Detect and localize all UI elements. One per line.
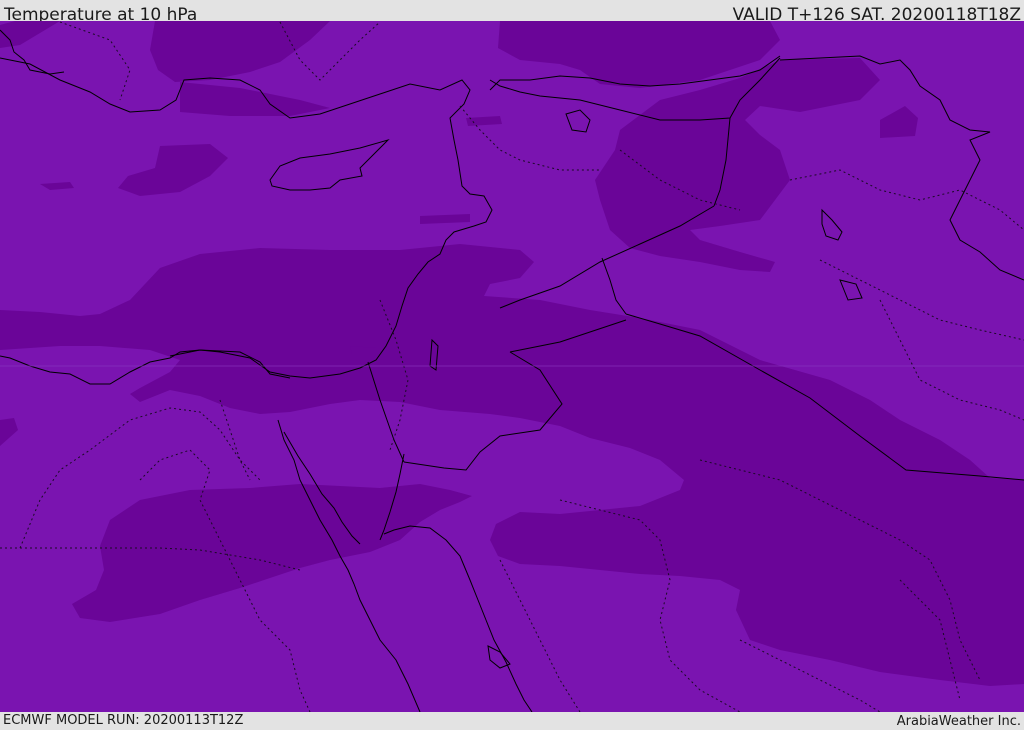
model-run-label: ECMWF MODEL RUN: 20200113T12Z (3, 713, 244, 728)
footer-bar: ECMWF MODEL RUN: 20200113T12Z ArabiaWeat… (0, 712, 1024, 729)
map-panel (0, 21, 1024, 712)
header-bar: Temperature at 10 hPa VALID T+126 SAT. 2… (0, 0, 1024, 25)
map-svg (0, 21, 1024, 712)
credit-label: ArabiaWeather Inc. (896, 714, 1021, 729)
